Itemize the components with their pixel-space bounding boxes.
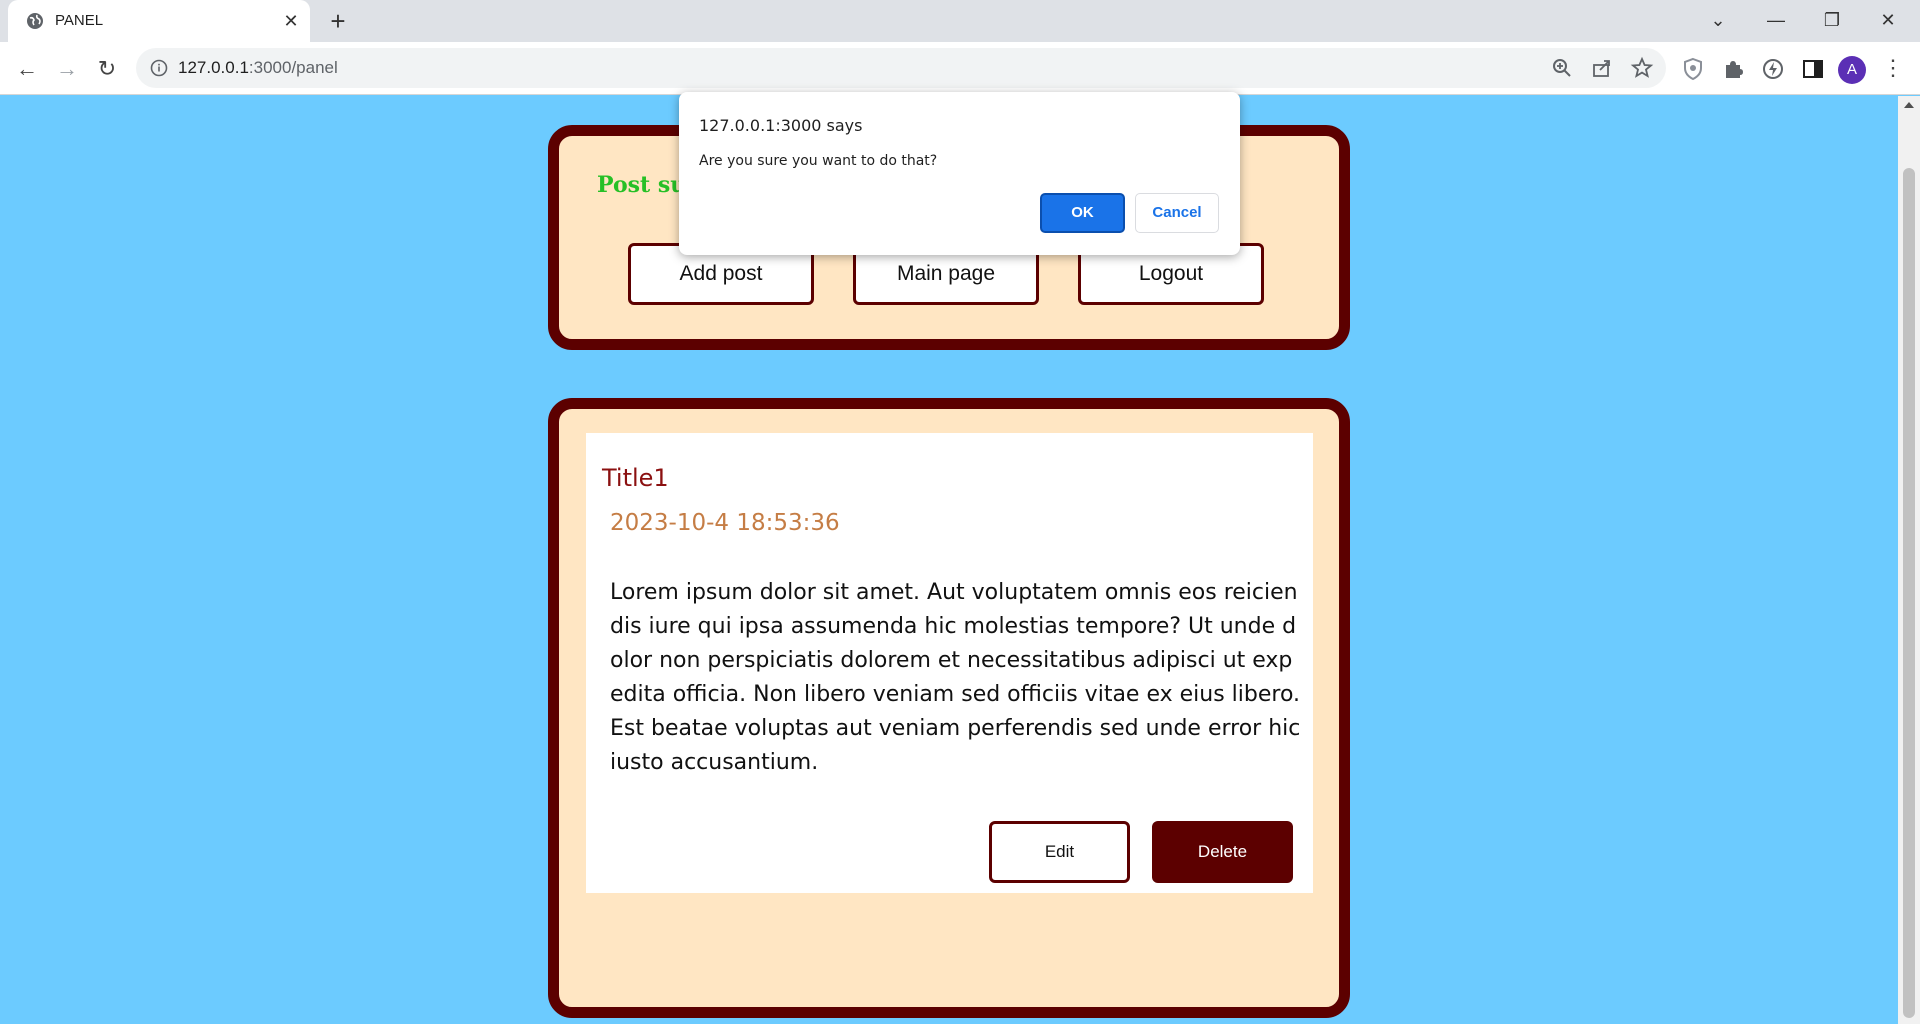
scroll-up-arrow-icon[interactable] [1904, 102, 1914, 108]
dialog-title: 127.0.0.1:3000 says [699, 116, 863, 135]
post-card: Title1 2023-10-4 18:53:36 Lorem ipsum do… [548, 398, 1350, 1018]
post-date: 2023-10-4 18:53:36 [610, 510, 840, 536]
zoom-icon[interactable] [1550, 56, 1574, 80]
browser-toolbar: ← → ↻ 127.0.0.1:3000/panel A ⋮ [0, 42, 1920, 95]
tab-strip: PANEL ✕ + ⌄ — ❐ ✕ [0, 0, 1920, 42]
puzzle-icon[interactable] [1720, 56, 1746, 82]
confirm-dialog: 127.0.0.1:3000 says Are you sure you wan… [679, 92, 1240, 255]
kebab-menu-icon[interactable]: ⋮ [1882, 56, 1904, 82]
dialog-message: Are you sure you want to do that? [699, 153, 938, 169]
window-close-icon[interactable]: ✕ [1866, 6, 1910, 34]
scroll-thumb[interactable] [1903, 168, 1915, 1018]
close-icon[interactable]: ✕ [280, 10, 302, 32]
tab-title: PANEL [55, 12, 104, 29]
shield-icon[interactable] [1680, 56, 1706, 82]
post-content: Title1 2023-10-4 18:53:36 Lorem ipsum do… [586, 433, 1313, 893]
reload-icon[interactable]: ↻ [90, 52, 124, 86]
plus-icon[interactable]: + [324, 8, 352, 36]
post-body: Lorem ipsum dolor sit amet. Aut voluptat… [610, 580, 1301, 775]
edit-button[interactable]: Edit [989, 821, 1130, 883]
forward-arrow-icon[interactable]: → [50, 52, 84, 86]
lightning-icon[interactable] [1760, 56, 1786, 82]
url-text: 127.0.0.1:3000/panel [178, 58, 338, 78]
post-title: Title1 [602, 464, 669, 492]
ok-button[interactable]: OK [1040, 193, 1125, 233]
info-icon[interactable] [150, 59, 168, 77]
star-icon[interactable] [1630, 56, 1654, 80]
avatar[interactable]: A [1838, 56, 1866, 84]
vertical-scrollbar[interactable] [1898, 96, 1920, 1024]
address-bar[interactable]: 127.0.0.1:3000/panel [136, 48, 1666, 88]
url-host: 127.0.0.1 [178, 58, 249, 77]
back-arrow-icon[interactable]: ← [10, 52, 44, 86]
globe-icon [27, 13, 43, 29]
restore-icon[interactable]: ❐ [1810, 6, 1854, 34]
url-path: :3000/panel [248, 58, 338, 77]
sidebar-icon[interactable] [1800, 56, 1826, 82]
tab-panel[interactable]: PANEL ✕ [8, 0, 310, 42]
cancel-button[interactable]: Cancel [1135, 193, 1219, 233]
chevron-down-icon[interactable]: ⌄ [1696, 6, 1740, 34]
delete-button[interactable]: Delete [1152, 821, 1293, 883]
share-icon[interactable] [1590, 56, 1614, 80]
minimize-icon[interactable]: — [1754, 6, 1798, 34]
